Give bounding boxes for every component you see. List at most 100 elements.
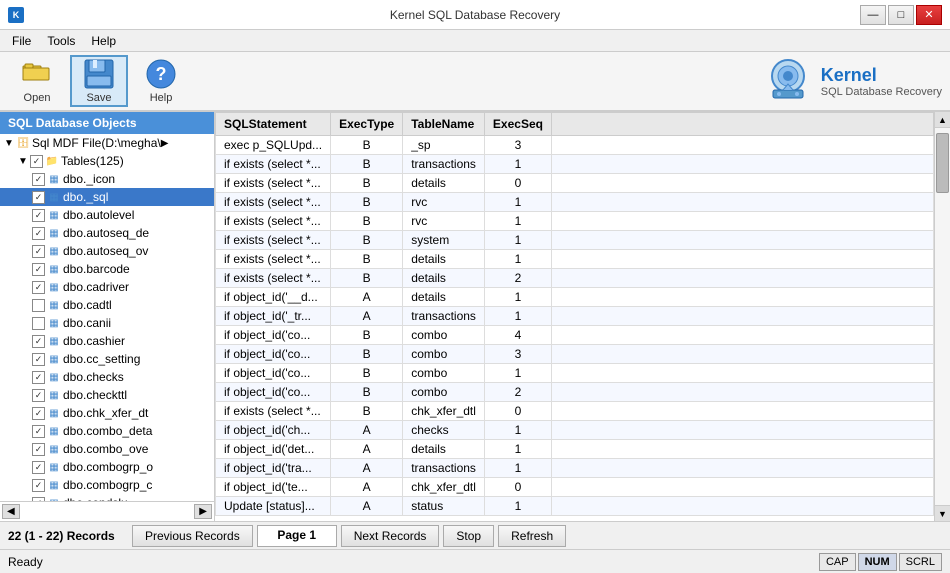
table-row[interactable]: if exists (select *... B details 1 (216, 250, 934, 269)
cb-1[interactable] (32, 191, 45, 204)
sidebar-item-chk-xfer-dt[interactable]: ▦ dbo.chk_xfer_dt (0, 404, 214, 422)
sidebar-item-condslu[interactable]: ▦ dbo.condslu (0, 494, 214, 501)
right-scrollbar[interactable]: ▲ ▼ (934, 112, 950, 521)
cb-5[interactable] (32, 263, 45, 276)
sidebar-scroll-left[interactable]: ◀ (2, 504, 20, 519)
sidebar-item-cadriver[interactable]: ▦ dbo.cadriver (0, 278, 214, 296)
menu-help[interactable]: Help (83, 32, 124, 50)
scroll-down-arrow[interactable]: ▼ (935, 505, 950, 521)
tables-toggle[interactable]: ▼ (16, 154, 30, 168)
sidebar-item-barcode[interactable]: ▦ dbo.barcode (0, 260, 214, 278)
sidebar-item-autoseq-ov[interactable]: ▦ dbo.autoseq_ov (0, 242, 214, 260)
cb-15[interactable] (32, 443, 45, 456)
sidebar-item-cc-setting[interactable]: ▦ dbo.cc_setting (0, 350, 214, 368)
cell-exec-seq-15: 1 (484, 421, 551, 440)
col-extra (551, 113, 933, 136)
cell-exec-seq-12: 1 (484, 364, 551, 383)
cb-9[interactable] (32, 335, 45, 348)
table-row[interactable]: exec p_SQLUpd... B _sp 3 (216, 136, 934, 155)
root-toggle[interactable]: ▼ (2, 136, 16, 150)
cell-exec-seq-8: 1 (484, 288, 551, 307)
minimize-button[interactable]: — (860, 5, 886, 25)
scrollbar-track[interactable] (935, 128, 950, 505)
tables-checkbox[interactable] (30, 155, 43, 168)
table-row[interactable]: if exists (select *... B rvc 1 (216, 193, 934, 212)
prev-records-button[interactable]: Previous Records (132, 525, 253, 547)
next-records-button[interactable]: Next Records (341, 525, 440, 547)
sidebar-item-combo-ove[interactable]: ▦ dbo.combo_ove (0, 440, 214, 458)
cb-11[interactable] (32, 371, 45, 384)
table-row[interactable]: if object_id('_tr... A transactions 1 (216, 307, 934, 326)
sidebar-item-combogrp-o[interactable]: ▦ dbo.combogrp_o (0, 458, 214, 476)
table-row[interactable]: if exists (select *... B details 2 (216, 269, 934, 288)
sidebar-scroll-right[interactable]: ▶ (194, 504, 212, 519)
cb-12[interactable] (32, 389, 45, 402)
sidebar-item-dbo-sql[interactable]: ▦ dbo._sql (0, 188, 214, 206)
table-inner[interactable]: SQLStatement ExecType TableName ExecSeq … (215, 112, 934, 521)
table-row[interactable]: if exists (select *... B transactions 1 (216, 155, 934, 174)
close-button[interactable]: ✕ (916, 5, 942, 25)
tree-root[interactable]: ▼ 🗄 Sql MDF File(D:\megha\ ▶ (0, 134, 214, 152)
refresh-button[interactable]: Refresh (498, 525, 566, 547)
sidebar-item-checkttl[interactable]: ▦ dbo.checkttl (0, 386, 214, 404)
table-row[interactable]: if object_id('te... A chk_xfer_dtl 0 (216, 478, 934, 497)
table-row[interactable]: if object_id('__d... A details 1 (216, 288, 934, 307)
sidebar-item-checks[interactable]: ▦ dbo.checks (0, 368, 214, 386)
cb-10[interactable] (32, 353, 45, 366)
sidebar-item-cadtl[interactable]: ▦ dbo.cadtl (0, 296, 214, 314)
save-button[interactable]: Save (70, 55, 128, 107)
table-row[interactable]: Update [status]... A status 1 (216, 497, 934, 516)
cb-17[interactable] (32, 479, 45, 492)
cb-2[interactable] (32, 209, 45, 222)
scroll-up-arrow[interactable]: ▲ (935, 112, 950, 128)
menu-tools[interactable]: Tools (39, 32, 83, 50)
cb-7[interactable] (32, 299, 45, 312)
cb-3[interactable] (32, 227, 45, 240)
table-row[interactable]: if exists (select *... B system 1 (216, 231, 934, 250)
sidebar-item-canii[interactable]: ▦ dbo.canii (0, 314, 214, 332)
table-row[interactable]: if exists (select *... B chk_xfer_dtl 0 (216, 402, 934, 421)
maximize-button[interactable]: □ (888, 5, 914, 25)
sidebar-item-autoseq-de[interactable]: ▦ dbo.autoseq_de (0, 224, 214, 242)
cell-table-name-4: rvc (403, 212, 485, 231)
help-button[interactable]: ? Help (132, 55, 190, 107)
cb-4[interactable] (32, 245, 45, 258)
stop-button[interactable]: Stop (443, 525, 494, 547)
table-row[interactable]: if object_id('tra... A transactions 1 (216, 459, 934, 478)
tables-folder[interactable]: ▼ 📁 Tables(125) (0, 152, 214, 170)
cb-0[interactable] (32, 173, 45, 186)
cell-sql-4: if exists (select *... (216, 212, 331, 231)
sidebar-item-autolevel[interactable]: ▦ dbo.autolevel (0, 206, 214, 224)
scroll-right-indicator[interactable]: ▶ (161, 138, 169, 149)
open-button[interactable]: Open (8, 55, 66, 107)
cb-8[interactable] (32, 317, 45, 330)
table-row[interactable]: if object_id('co... B combo 3 (216, 345, 934, 364)
sidebar-content[interactable]: ▼ 🗄 Sql MDF File(D:\megha\ ▶ ▼ 📁 Tables(… (0, 134, 214, 501)
sidebar-item-cashier[interactable]: ▦ dbo.cashier (0, 332, 214, 350)
cell-exec-seq-19: 1 (484, 497, 551, 516)
table-row[interactable]: if object_id('co... B combo 4 (216, 326, 934, 345)
col-exec-type[interactable]: ExecType (331, 113, 403, 136)
cell-extra-18 (551, 478, 933, 497)
data-table: SQLStatement ExecType TableName ExecSeq … (215, 112, 934, 516)
cb-16[interactable] (32, 461, 45, 474)
table-icon-15: ▦ (47, 442, 61, 456)
col-sql-statement[interactable]: SQLStatement (216, 113, 331, 136)
table-row[interactable]: if object_id('co... B combo 2 (216, 383, 934, 402)
sidebar-item-dbo-icon[interactable]: ▦ dbo._icon (0, 170, 214, 188)
save-label: Save (86, 92, 111, 104)
table-row[interactable]: if exists (select *... B details 0 (216, 174, 934, 193)
col-exec-seq[interactable]: ExecSeq (484, 113, 551, 136)
cb-6[interactable] (32, 281, 45, 294)
sidebar-item-combogrp-c[interactable]: ▦ dbo.combogrp_c (0, 476, 214, 494)
cb-14[interactable] (32, 425, 45, 438)
sidebar-item-combo-deta[interactable]: ▦ dbo.combo_deta (0, 422, 214, 440)
cb-13[interactable] (32, 407, 45, 420)
table-row[interactable]: if object_id('ch... A checks 1 (216, 421, 934, 440)
menu-file[interactable]: File (4, 32, 39, 50)
table-row[interactable]: if object_id('co... B combo 1 (216, 364, 934, 383)
table-row[interactable]: if exists (select *... B rvc 1 (216, 212, 934, 231)
col-table-name[interactable]: TableName (403, 113, 485, 136)
table-row[interactable]: if object_id('det... A details 1 (216, 440, 934, 459)
scrollbar-thumb[interactable] (936, 133, 949, 193)
